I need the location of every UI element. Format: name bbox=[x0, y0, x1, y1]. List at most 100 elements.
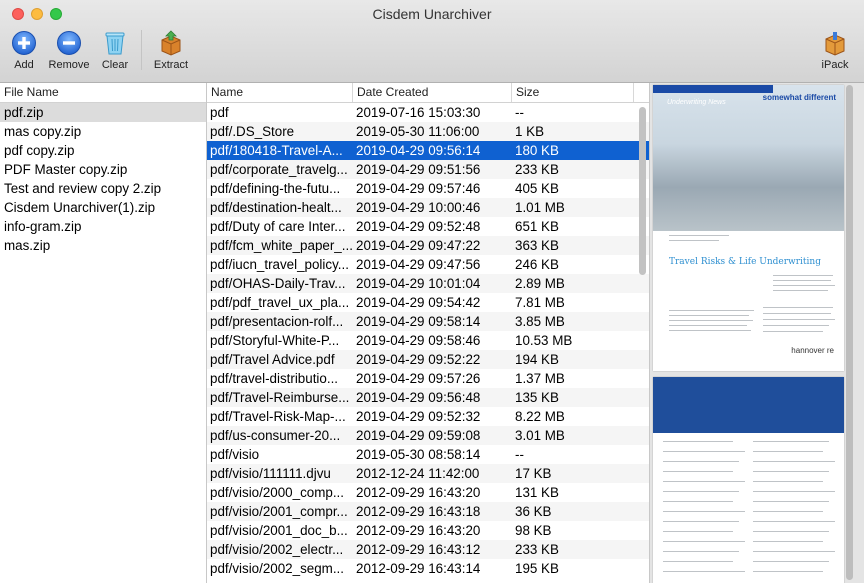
entry-name: pdf/visio/111111.djvu bbox=[210, 466, 331, 481]
table-row[interactable]: pdf/pdf_travel_ux_pla... 2019-04-29 09:54… bbox=[207, 293, 649, 312]
table-row[interactable]: pdf/Storyful-White-P... 2019-04-29 09:58:… bbox=[207, 331, 649, 350]
entry-size: 131 KB bbox=[515, 485, 559, 500]
archive-row[interactable]: PDF Master copy.zip bbox=[0, 160, 206, 179]
table-row[interactable]: pdf/presentacion-rolf... 2019-04-29 09:58… bbox=[207, 312, 649, 331]
preview-text-line bbox=[663, 561, 733, 562]
trash-icon bbox=[105, 32, 125, 55]
table-row[interactable]: pdf/fcm_white_paper_... 2019-04-29 09:47:… bbox=[207, 236, 649, 255]
archive-file-name: PDF Master copy.zip bbox=[4, 162, 128, 177]
table-row[interactable]: pdf/Travel-Reimburse... 2019-04-29 09:56:… bbox=[207, 388, 649, 407]
entry-size: 135 KB bbox=[515, 390, 559, 405]
entry-date: 2012-09-29 16:43:14 bbox=[356, 561, 481, 576]
entry-name: pdf/visio/2001_compr... bbox=[210, 504, 348, 519]
entry-date: 2019-04-29 09:47:56 bbox=[356, 257, 481, 272]
archive-file-name: pdf copy.zip bbox=[4, 143, 75, 158]
clear-button[interactable]: Clear bbox=[100, 30, 130, 71]
entry-name: pdf bbox=[210, 105, 229, 120]
archive-row-empty bbox=[0, 483, 206, 502]
preview-banner bbox=[653, 85, 773, 93]
entry-size: 1.37 MB bbox=[515, 371, 565, 386]
entry-date: 2012-09-29 16:43:12 bbox=[356, 542, 481, 557]
preview-text-line bbox=[763, 313, 831, 314]
entry-date: 2019-04-29 09:58:46 bbox=[356, 333, 481, 348]
entry-date: 2019-04-29 09:52:48 bbox=[356, 219, 481, 234]
preview-text-line bbox=[663, 471, 733, 472]
preview-text-line bbox=[669, 315, 749, 316]
table-row[interactable]: pdf/Travel Advice.pdf 2019-04-29 09:52:22… bbox=[207, 350, 649, 369]
minus-circle-icon bbox=[57, 31, 81, 55]
entry-size: 246 KB bbox=[515, 257, 559, 272]
entry-name: pdf/visio/2000_comp... bbox=[210, 485, 344, 500]
entry-size: 194 KB bbox=[515, 352, 559, 367]
preview-text-line bbox=[663, 571, 745, 572]
preview-text-line bbox=[669, 325, 747, 326]
table-row[interactable]: pdf/visio 2019-05-30 08:58:14 -- bbox=[207, 445, 649, 464]
entry-date: 2019-04-29 09:54:42 bbox=[356, 295, 481, 310]
entry-size: 1.01 MB bbox=[515, 200, 565, 215]
column-header-date-created[interactable]: Date Created bbox=[353, 83, 512, 102]
entry-size: 233 KB bbox=[515, 162, 559, 177]
table-row[interactable]: pdf/us-consumer-20... 2019-04-29 09:59:08… bbox=[207, 426, 649, 445]
extract-box-icon bbox=[161, 30, 181, 56]
remove-button[interactable]: Remove bbox=[48, 30, 90, 71]
contents-scrollbar[interactable] bbox=[639, 107, 646, 275]
extract-button[interactable]: Extract bbox=[150, 30, 192, 71]
table-row[interactable]: pdf/travel-distributio... 2019-04-29 09:5… bbox=[207, 369, 649, 388]
preview-page-2 bbox=[653, 377, 844, 583]
table-row[interactable]: pdf/Duty of care Inter... 2019-04-29 09:5… bbox=[207, 217, 649, 236]
ipack-box-icon bbox=[825, 32, 845, 56]
column-header-size[interactable]: Size bbox=[512, 83, 634, 102]
archive-row[interactable]: pdf.zip bbox=[0, 103, 206, 122]
table-row[interactable]: pdf/destination-healt... 2019-04-29 10:00… bbox=[207, 198, 649, 217]
archive-row[interactable]: mas copy.zip bbox=[0, 122, 206, 141]
contents-header: Name Date Created Size bbox=[207, 83, 649, 103]
plus-circle-icon bbox=[12, 31, 36, 55]
table-row[interactable]: pdf 2019-07-16 15:03:30 -- bbox=[207, 103, 649, 122]
add-button[interactable]: Add bbox=[10, 30, 38, 71]
table-row[interactable]: pdf/visio/2002_electr... 2012-09-29 16:43… bbox=[207, 540, 649, 559]
table-row[interactable]: pdf/corporate_travelg... 2019-04-29 09:51… bbox=[207, 160, 649, 179]
archive-list-pane: File Name pdf.zip mas copy.zip pdf copy.zi… bbox=[0, 83, 207, 583]
archive-row[interactable]: info-gram.zip bbox=[0, 217, 206, 236]
preview-text-line bbox=[753, 561, 829, 562]
ipack-button[interactable]: iPack bbox=[818, 30, 852, 71]
entry-name: pdf/Travel-Risk-Map-... bbox=[210, 409, 346, 424]
preview-scrollbar[interactable] bbox=[846, 85, 853, 580]
preview-text-line bbox=[753, 531, 829, 532]
table-row[interactable]: pdf/.DS_Store 2019-05-30 11:06:00 1 KB bbox=[207, 122, 649, 141]
archive-row[interactable]: mas.zip bbox=[0, 236, 206, 255]
archive-file-name: Cisdem Unarchiver(1).zip bbox=[4, 200, 156, 215]
extract-button-label: Extract bbox=[153, 59, 189, 71]
preview-text-line bbox=[669, 240, 719, 241]
table-row[interactable]: pdf/180418-Travel-A... 2019-04-29 09:56:1… bbox=[207, 141, 649, 160]
entry-name: pdf/corporate_travelg... bbox=[210, 162, 348, 177]
entry-size: 7.81 MB bbox=[515, 295, 565, 310]
table-row[interactable]: pdf/defining-the-futu... 2019-04-29 09:57… bbox=[207, 179, 649, 198]
entry-date: 2019-05-30 11:06:00 bbox=[356, 124, 480, 139]
column-header-name[interactable]: Name bbox=[207, 83, 353, 102]
table-row[interactable]: pdf/OHAS-Daily-Trav... 2019-04-29 10:01:0… bbox=[207, 274, 649, 293]
entry-name: pdf/Storyful-White-P... bbox=[210, 333, 340, 348]
preview-text-line bbox=[753, 551, 835, 552]
entry-date: 2019-05-30 08:58:14 bbox=[356, 447, 481, 462]
entry-name: pdf/travel-distributio... bbox=[210, 371, 339, 386]
table-row[interactable]: pdf/visio/111111.djvu 2012-12-24 11:42:00… bbox=[207, 464, 649, 483]
table-row[interactable]: pdf/visio/2001_doc_b... 2012-09-29 16:43:… bbox=[207, 521, 649, 540]
entry-size: 10.53 MB bbox=[515, 333, 573, 348]
archive-row[interactable]: pdf copy.zip bbox=[0, 141, 206, 160]
table-row[interactable]: pdf/visio/2000_comp... 2012-09-29 16:43:2… bbox=[207, 483, 649, 502]
table-row[interactable]: pdf/visio/2002_segm... 2012-09-29 16:43:1… bbox=[207, 559, 649, 578]
table-row[interactable]: pdf/visio/2001_compr... 2012-09-29 16:43:… bbox=[207, 502, 649, 521]
entry-size: 405 KB bbox=[515, 181, 559, 196]
column-header-file-name[interactable]: File Name bbox=[0, 83, 206, 102]
archive-row-empty bbox=[0, 445, 206, 464]
table-row[interactable]: pdf/iucn_travel_policy... 2019-04-29 09:4… bbox=[207, 255, 649, 274]
preview-text-line bbox=[663, 451, 745, 452]
archive-row[interactable]: Cisdem Unarchiver(1).zip bbox=[0, 198, 206, 217]
entry-date: 2019-04-29 09:58:14 bbox=[356, 314, 481, 329]
table-row[interactable]: pdf/Travel-Risk-Map-... 2019-04-29 09:52:… bbox=[207, 407, 649, 426]
archive-row[interactable]: Test and review copy 2.zip bbox=[0, 179, 206, 198]
archive-row-empty bbox=[0, 540, 206, 559]
preview-text-line bbox=[753, 501, 829, 502]
preview-text-line bbox=[753, 461, 835, 462]
